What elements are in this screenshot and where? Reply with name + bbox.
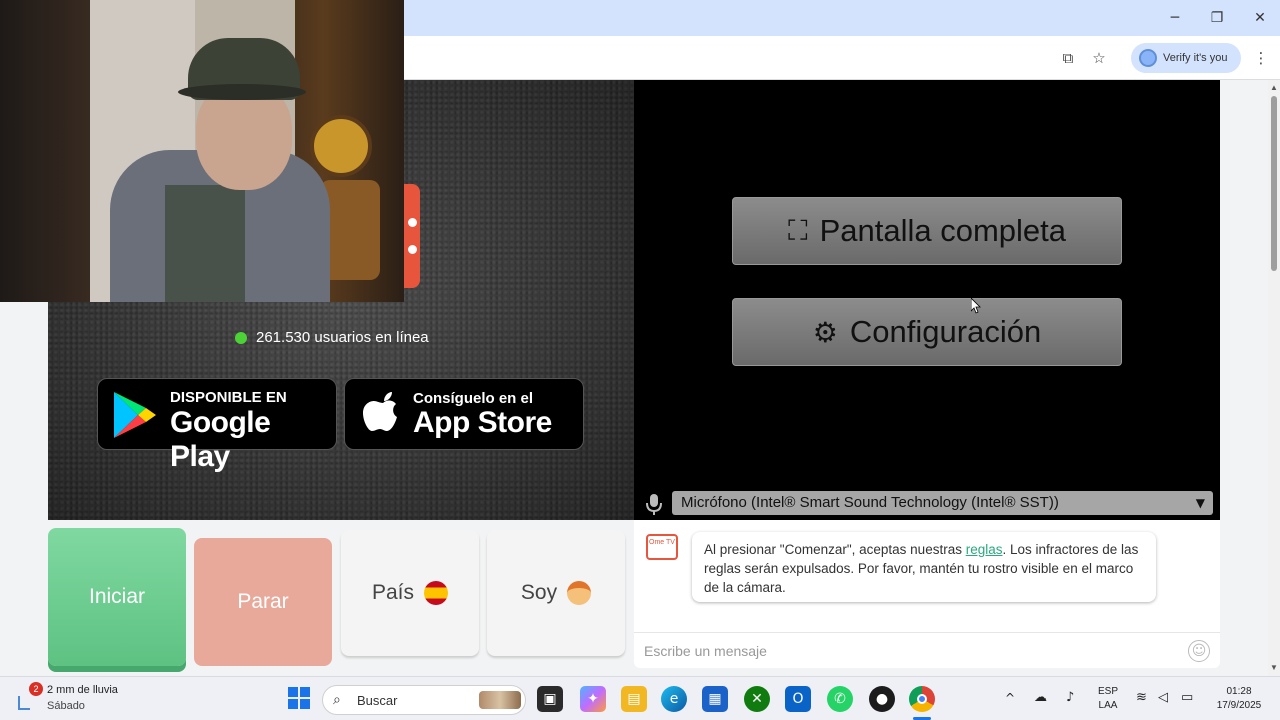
minimize-button[interactable]: ─ <box>1160 8 1190 28</box>
weather-day: Sábado <box>47 700 85 712</box>
ms-store-icon[interactable]: ▦ <box>702 686 728 712</box>
mic-tray-icon[interactable]: ♪ <box>1066 691 1074 705</box>
gender-label: Soy <box>520 581 558 604</box>
microphone-bar: Micrófono (Intel® Smart Sound Technology… <box>634 488 1220 520</box>
clock-time: 01:28 <box>1226 686 1252 697</box>
verify-profile-button[interactable]: Verify it's you <box>1131 43 1241 73</box>
mouse-cursor-icon <box>970 297 981 314</box>
spain-flag-icon <box>424 581 449 605</box>
stop-button[interactable]: Parar <box>194 538 332 666</box>
search-icon: ⌕ <box>333 692 341 708</box>
language-indicator[interactable]: ESP LAA <box>1095 685 1121 713</box>
volume-icon[interactable]: ◁ <box>1158 691 1168 705</box>
battery-icon[interactable]: ▭ <box>1181 691 1193 705</box>
close-button[interactable]: ✕ <box>1245 8 1275 28</box>
scroll-down-icon[interactable]: ▼ <box>1270 663 1278 672</box>
rain-icon <box>18 696 30 710</box>
chevron-down-icon: ▼ <box>1195 496 1205 510</box>
google-play-button[interactable]: DISPONIBLE EN Google Play <box>97 378 337 473</box>
chrome-center <box>917 694 927 704</box>
copilot-icon[interactable]: ✦ <box>580 686 606 712</box>
lang-top: ESP <box>1097 686 1118 697</box>
restore-button[interactable]: ❐ <box>1202 8 1232 28</box>
chrome-icon[interactable] <box>909 686 935 712</box>
start-label: Iniciar <box>88 585 146 608</box>
app-store-button[interactable]: Consíguelo en el App Store <box>344 378 584 450</box>
task-view-icon[interactable]: ▣ <box>537 686 563 712</box>
ometv-logo-icon: Ome TV <box>646 534 678 560</box>
chat-input-bar: ☺ <box>634 632 1220 668</box>
stop-label: Parar <box>237 590 289 613</box>
install-app-icon[interactable]: ⧉ <box>1058 48 1078 68</box>
tab-dot <box>408 218 417 227</box>
lang-bottom: LAA <box>1098 700 1118 711</box>
online-count: 261.530 usuarios en línea <box>256 329 429 346</box>
fullscreen-icon: ⛶ <box>787 214 808 247</box>
google-play-icon <box>114 392 156 438</box>
logo-text: Ome TV <box>649 539 675 546</box>
scrollbar[interactable]: ▲ ▼ <box>1268 80 1280 676</box>
verify-label: Verify it's you <box>1163 52 1228 64</box>
google-play-big: Google Play <box>170 406 271 473</box>
edge-icon[interactable]: e <box>661 686 687 712</box>
search-highlight-image <box>479 691 521 709</box>
whatsapp-icon[interactable]: ✆ <box>827 686 853 712</box>
tray-chevron-up-icon[interactable]: ^ <box>1005 691 1015 705</box>
clock[interactable]: 01:28 17/9/2025 <box>1206 685 1272 713</box>
profile-avatar <box>1139 49 1157 67</box>
tab-dot <box>408 245 417 254</box>
emoji-icon[interactable]: ☺ <box>1188 640 1210 662</box>
bookmark-star-icon[interactable]: ☆ <box>1089 48 1109 68</box>
obs-icon[interactable]: ● <box>869 686 895 712</box>
google-play-small: DISPONIBLE EN <box>170 389 287 406</box>
taskbar-search[interactable]: ⌕ Buscar <box>322 685 526 715</box>
boy-face-icon <box>567 581 592 605</box>
webcam-preview <box>0 0 404 302</box>
settings-button[interactable]: ⚙ Configuración <box>732 298 1122 366</box>
weather-temp: 2 mm de lluvia <box>47 684 118 696</box>
weather-badge: 2 <box>29 682 43 696</box>
microphone-select[interactable]: Micrófono (Intel® Smart Sound Technology… <box>672 491 1213 515</box>
microphone-value: Micrófono (Intel® Smart Sound Technology… <box>681 494 1059 511</box>
more-menu-icon[interactable]: ⋮ <box>1251 48 1271 68</box>
rules-message: Al presionar "Comenzar", aceptas nuestra… <box>692 532 1156 602</box>
gear-icon: ⚙ <box>812 315 838 349</box>
fullscreen-label: Pantalla completa <box>819 213 1067 248</box>
fullscreen-button[interactable]: ⛶ Pantalla completa <box>732 197 1122 265</box>
country-label: País <box>371 581 415 604</box>
microphone-icon <box>646 492 662 516</box>
rules-link[interactable]: reglas <box>966 542 1003 557</box>
rules-pre: Al presionar "Comenzar", aceptas nuestra… <box>704 542 966 557</box>
gender-button[interactable]: Soy <box>487 530 625 656</box>
country-button[interactable]: País <box>341 530 479 656</box>
side-menu-tab[interactable] <box>404 184 420 288</box>
onedrive-icon[interactable]: ☁ <box>1034 691 1047 705</box>
windows-start-icon[interactable] <box>288 687 310 709</box>
search-label: Buscar <box>357 693 398 708</box>
outlook-icon[interactable]: O <box>785 686 811 712</box>
apple-icon <box>363 392 397 431</box>
app-store-big: App Store <box>413 406 552 439</box>
online-users: 261.530 usuarios en línea <box>235 328 429 348</box>
chat-panel: Ome TV Al presionar "Comenzar", aceptas … <box>634 520 1220 668</box>
xbox-icon[interactable]: ✕ <box>744 686 770 712</box>
settings-label: Configuración <box>849 314 1042 349</box>
app-store-small: Consíguelo en el <box>413 390 534 407</box>
message-input[interactable] <box>644 639 1164 663</box>
clock-date: 17/9/2025 <box>1216 700 1262 711</box>
wifi-icon[interactable]: ≋ <box>1136 691 1147 705</box>
windows-taskbar: 2 2 mm de lluvia Sábado ⌕ Buscar ▣ ✦ ▤ e… <box>0 676 1280 720</box>
scroll-thumb[interactable] <box>1271 96 1277 271</box>
file-explorer-icon[interactable]: ▤ <box>621 686 647 712</box>
start-button[interactable]: Iniciar <box>48 528 186 666</box>
weather-widget[interactable]: 2 2 mm de lluvia Sábado <box>14 682 154 716</box>
online-dot-icon <box>235 332 247 344</box>
scroll-up-icon[interactable]: ▲ <box>1270 83 1278 92</box>
